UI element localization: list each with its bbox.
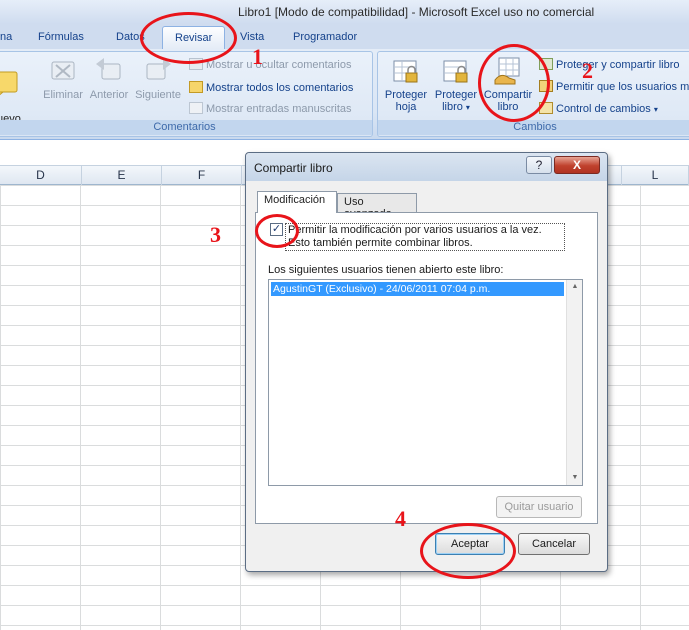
eliminar-button[interactable]: Eliminar — [41, 56, 85, 101]
tab-uso-avanzado[interactable]: Uso avanzado — [337, 193, 417, 220]
column-header-e[interactable]: E — [82, 166, 162, 185]
annotation-number-4: 4 — [395, 506, 406, 531]
tab-inicio-partial[interactable]: na — [0, 31, 12, 43]
siguiente-button[interactable]: Siguiente — [133, 56, 183, 101]
proteger-hoja-label-1: Proteger — [384, 89, 428, 101]
ink-annotations-icon — [189, 102, 203, 114]
delete-comment-icon — [51, 61, 75, 80]
tab-datos[interactable]: Datos — [116, 31, 145, 43]
anterior-label: Anterior — [89, 89, 129, 101]
help-button[interactable]: ? — [526, 156, 552, 174]
proteger-hoja-button[interactable]: Proteger hoja — [382, 56, 430, 113]
window-title: Libro1 [Modo de compatibilidad] - Micros… — [238, 5, 595, 19]
next-comment-icon — [146, 58, 171, 80]
proteger-libro-label-2: libro — [442, 101, 463, 113]
annotation-number-2: 2 — [582, 58, 593, 83]
list-item[interactable]: AgustinGT (Exclusivo) - 24/06/2011 07:04… — [271, 282, 564, 296]
tab-programador[interactable]: Programador — [293, 31, 357, 43]
control-cambios-button[interactable]: Control de cambios ▾ — [539, 102, 658, 115]
eliminar-label: Eliminar — [43, 89, 83, 101]
tab-revisar[interactable]: Revisar — [162, 26, 226, 50]
proteger-hoja-label-2: hoja — [395, 101, 417, 113]
compartir-libro-label-1: Compartir — [483, 89, 533, 101]
chevron-down-icon: ▾ — [465, 103, 470, 112]
show-hide-comment-icon — [189, 58, 203, 70]
users-list-scrollbar[interactable]: ▲ ▼ — [566, 280, 582, 485]
allow-users-icon — [539, 80, 553, 92]
aceptar-button[interactable]: Aceptar — [435, 533, 505, 555]
tab-formulas[interactable]: Fórmulas — [38, 31, 84, 43]
modificacion-panel: ✓ Permitir la modificación por varios us… — [255, 212, 598, 524]
proteger-libro-label-1: Proteger — [434, 89, 478, 101]
column-header-f[interactable]: F — [162, 166, 242, 185]
compartir-libro-dialog: Compartir libro ? X Modificación Uso ava… — [245, 152, 608, 572]
mostrar-ocultar-comentarios-button[interactable]: Mostrar u ocultar comentarios — [189, 58, 352, 71]
annotation-number-3: 3 — [210, 222, 221, 247]
track-changes-icon — [539, 102, 553, 114]
protect-sheet-icon — [393, 60, 418, 83]
scroll-down-icon[interactable]: ▼ — [567, 471, 583, 485]
title-bar: Libro1 [Modo de compatibilidad] - Micros… — [0, 0, 689, 24]
show-all-comments-icon — [189, 81, 203, 93]
column-header-d[interactable]: D — [0, 166, 82, 185]
tab-vista[interactable]: Vista — [240, 31, 264, 43]
share-workbook-icon — [494, 57, 520, 85]
scroll-up-icon[interactable]: ▲ — [567, 280, 583, 294]
proteger-libro-button[interactable]: Proteger libro ▾ — [432, 56, 480, 114]
siguiente-label: Siguiente — [135, 89, 181, 101]
ribbon-tabs: na Fórmulas Datos Revisar Vista Programa… — [0, 24, 689, 50]
new-comment-icon — [0, 71, 18, 96]
compartir-libro-label-2: libro — [497, 101, 519, 113]
group-cambios: Proteger hoja Proteger libro ▾ Compartir… — [377, 51, 689, 137]
group-comentarios: uevo entario Eliminar Anterior Siguiente — [0, 51, 373, 137]
mostrar-todos-comentarios-button[interactable]: Mostrar todos los comentarios — [189, 81, 353, 94]
chevron-down-icon: ▾ — [653, 105, 658, 114]
close-button[interactable]: X — [554, 156, 600, 174]
cancelar-button[interactable]: Cancelar — [518, 533, 590, 555]
dialog-title: Compartir libro — [254, 161, 333, 175]
dialog-title-bar[interactable]: Compartir libro ? X — [246, 153, 607, 181]
protect-workbook-icon — [443, 60, 468, 83]
group-label-comentarios: Comentarios — [0, 120, 372, 135]
users-list-label: Los siguientes usuarios tienen abierto e… — [268, 264, 504, 276]
compartir-libro-button[interactable]: Compartir libro — [482, 56, 534, 113]
mostrar-entradas-manuscritas-button[interactable]: Mostrar entradas manuscritas — [189, 102, 352, 115]
users-listbox[interactable]: AgustinGT (Exclusivo) - 24/06/2011 07:04… — [268, 279, 583, 486]
tab-modificacion[interactable]: Modificación — [257, 191, 337, 213]
proteger-compartir-libro-button[interactable]: Proteger y compartir libro — [539, 58, 680, 71]
column-header-l[interactable]: L — [622, 166, 689, 185]
allow-multiuser-checkbox[interactable]: ✓ — [270, 223, 283, 236]
previous-comment-icon — [96, 58, 121, 80]
protect-share-icon — [539, 58, 553, 70]
group-label-cambios: Cambios — [378, 120, 689, 135]
anterior-button[interactable]: Anterior — [87, 56, 131, 101]
allow-multiuser-label[interactable]: Permitir la modificación por varios usua… — [285, 223, 565, 251]
permitir-usuarios-button[interactable]: Permitir que los usuarios m — [539, 80, 689, 93]
quitar-usuario-button[interactable]: Quitar usuario — [496, 496, 582, 518]
annotation-number-1: 1 — [252, 44, 263, 69]
